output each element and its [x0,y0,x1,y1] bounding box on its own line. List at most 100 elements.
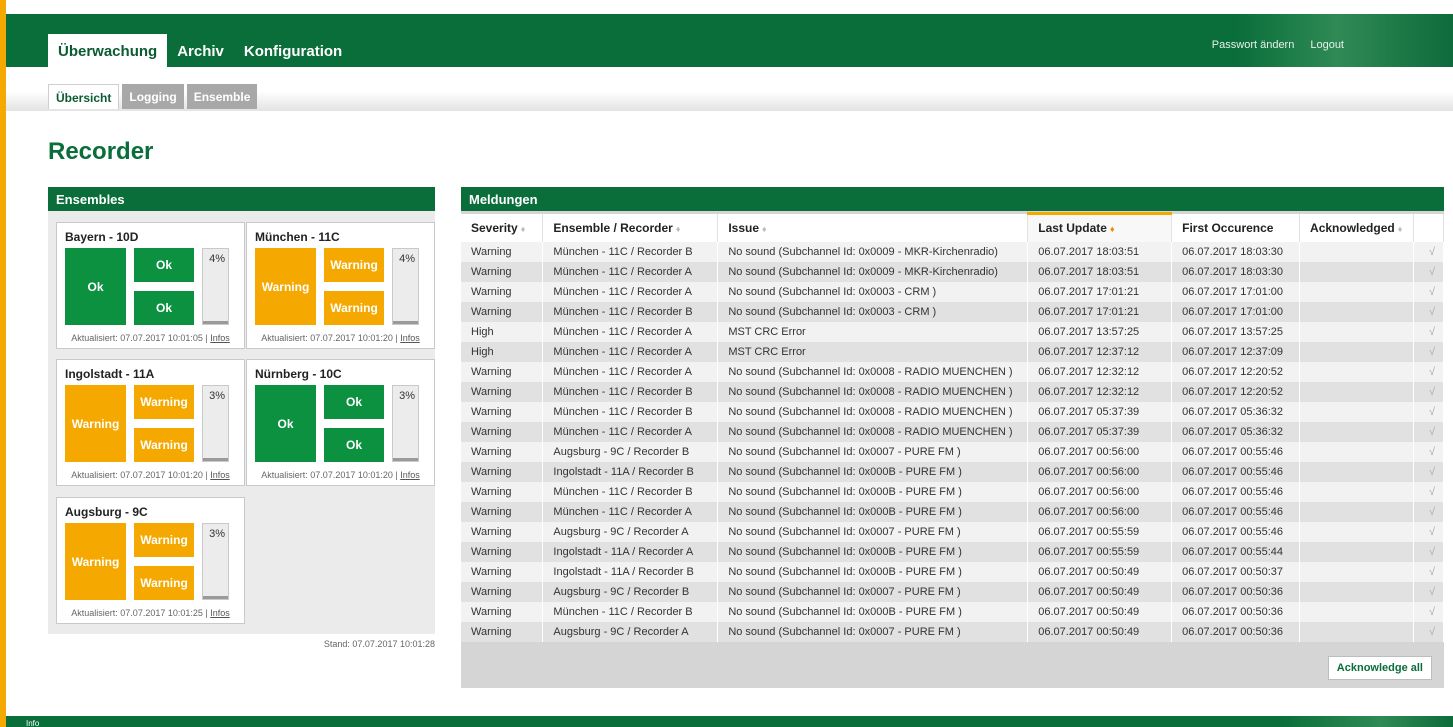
ensemble-status-box[interactable]: Ok [65,248,126,325]
acknowledge-check-icon[interactable]: √ [1413,441,1445,462]
table-row[interactable]: Warning Ingolstadt - 11A / Recorder A No s… [461,541,1445,562]
infos-link[interactable]: Infos [210,333,230,343]
acknowledge-check-icon[interactable]: √ [1413,341,1445,362]
table-row[interactable]: Warning München - 11C / Recorder B No soun… [461,241,1445,262]
ensemble-recorder-cell: München - 11C / Recorder B [542,481,719,502]
usage-percent: 3% [209,390,225,402]
ensemble-status-box[interactable]: Ok [255,385,316,462]
infos-link[interactable]: Infos [400,470,420,480]
recorder-b-status-box[interactable]: Ok [134,291,194,325]
severity-cell: Warning [461,381,544,402]
table-row[interactable]: Warning Augsburg - 9C / Recorder A No soun… [461,621,1445,642]
table-row[interactable]: Warning München - 11C / Recorder A No soun… [461,261,1445,282]
acknowledge-check-icon[interactable]: √ [1413,321,1445,342]
recorder-b-status-box[interactable]: Warning [134,566,194,600]
infos-link[interactable]: Infos [400,333,420,343]
ensemble-card[interactable]: Nürnberg - 10C Ok Ok Ok 3% Aktualisiert: 07.0… [246,359,435,486]
acknowledge-check-icon[interactable]: √ [1413,361,1445,382]
table-row[interactable]: Warning München - 11C / Recorder A No soun… [461,281,1445,302]
column-header[interactable]: Issue ♦ [717,213,1029,242]
table-row[interactable]: Warning München - 11C / Recorder B No soun… [461,481,1445,502]
ensemble-status-box[interactable]: Warning [255,248,316,325]
recorder-a-status-box[interactable]: Warning [134,523,194,557]
acknowledge-check-icon[interactable]: √ [1413,301,1445,322]
acknowledge-check-icon[interactable]: √ [1413,261,1445,282]
recorder-b-status-box[interactable]: Warning [324,291,384,325]
change-password-link[interactable]: Passwort ändern [1212,39,1295,51]
acknowledge-check-icon[interactable]: √ [1413,601,1445,622]
sort-icon[interactable]: ♦ [1110,224,1115,234]
recorder-b-status-box[interactable]: Ok [324,428,384,462]
subtab-uebersicht[interactable]: Übersicht [48,84,120,109]
tab-archiv[interactable]: Archiv [167,34,234,67]
updated-prefix: Aktualisiert: [71,470,118,480]
table-row[interactable]: Warning München - 11C / Recorder B No soun… [461,601,1445,622]
severity-cell: Warning [461,501,544,522]
table-row[interactable]: High München - 11C / Recorder A MST CRC Er… [461,341,1445,362]
acknowledge-check-icon[interactable]: √ [1413,561,1445,582]
acknowledge-check-icon[interactable]: √ [1413,421,1445,442]
column-header[interactable]: Last Update ♦ [1027,212,1173,242]
recorder-a-status-box[interactable]: Ok [324,385,384,419]
subtab-logging[interactable]: Logging [122,84,184,109]
table-row[interactable]: Warning Augsburg - 9C / Recorder A No soun… [461,521,1445,542]
table-row[interactable]: Warning Augsburg - 9C / Recorder B No soun… [461,441,1445,462]
ensemble-updated: Aktualisiert: 07.07.2017 10:01:05 | Info… [71,333,230,343]
table-row[interactable]: Warning München - 11C / Recorder B No soun… [461,381,1445,402]
acknowledge-check-icon[interactable]: √ [1413,281,1445,302]
column-header[interactable]: Ensemble / Recorder ♦ [542,213,719,242]
last-update-cell: 06.07.2017 00:55:59 [1027,521,1173,542]
acknowledge-all-button[interactable]: Acknowledge all [1327,656,1432,680]
subtab-ensemble[interactable]: Ensemble [186,84,258,109]
tab-konfiguration[interactable]: Konfiguration [234,34,352,67]
table-row[interactable]: Warning München - 11C / Recorder A No soun… [461,421,1445,442]
acknowledge-check-icon[interactable]: √ [1413,401,1445,422]
column-header[interactable]: Severity ♦ [461,213,544,242]
acknowledge-check-icon[interactable]: √ [1413,501,1445,522]
table-row[interactable]: High München - 11C / Recorder A MST CRC Er… [461,321,1445,342]
ensemble-status-box[interactable]: Warning [65,385,126,462]
footer-info[interactable]: Info [26,719,39,727]
ensemble-recorder-cell: München - 11C / Recorder A [542,341,719,362]
column-header[interactable]: Acknowledged ♦ [1299,213,1414,242]
ensemble-card[interactable]: München - 11C Warning Warning Warning 4% Aktu… [246,222,435,349]
acknowledge-check-icon[interactable]: √ [1413,381,1445,402]
column-header[interactable]: First Occurence [1171,213,1301,242]
acknowledge-check-icon[interactable]: √ [1413,541,1445,562]
acknowledge-check-icon[interactable]: √ [1413,621,1445,642]
acknowledge-check-icon[interactable]: √ [1413,481,1445,502]
table-row[interactable]: Warning München - 11C / Recorder A No soun… [461,361,1445,382]
ensemble-status-box[interactable]: Warning [65,523,126,600]
recorder-a-status-box[interactable]: Ok [134,248,194,282]
ensemble-card[interactable]: Ingolstadt - 11A Warning Warning Warning 3% A… [56,359,245,486]
sort-icon[interactable]: ♦ [521,224,526,234]
infos-link[interactable]: Infos [210,608,230,618]
table-row[interactable]: Warning München - 11C / Recorder B No soun… [461,401,1445,422]
table-row[interactable]: Warning Ingolstadt - 11A / Recorder B No s… [461,561,1445,582]
recorder-a-status-box[interactable]: Warning [324,248,384,282]
acknowledged-cell [1299,381,1414,402]
table-row[interactable]: Warning München - 11C / Recorder B No soun… [461,301,1445,322]
ensemble-card[interactable]: Bayern - 10D Ok Ok Ok 4% Aktualisiert: 07.07.… [56,222,245,349]
ensemble-recorder-cell: München - 11C / Recorder B [542,241,719,262]
recorder-b-status-box[interactable]: Warning [134,428,194,462]
table-row[interactable]: Warning Augsburg - 9C / Recorder B No soun… [461,581,1445,602]
sort-icon[interactable]: ♦ [1398,224,1403,234]
usage-percent: 3% [209,528,225,540]
acknowledge-check-icon[interactable]: √ [1413,521,1445,542]
recorder-a-status-box[interactable]: Warning [134,385,194,419]
logout-link[interactable]: Logout [1310,39,1344,51]
table-row[interactable]: Warning München - 11C / Recorder A No soun… [461,501,1445,522]
sort-icon[interactable]: ♦ [762,224,767,234]
first-occurence-cell: 06.07.2017 17:01:00 [1171,301,1301,322]
ensemble-card[interactable]: Augsburg - 9C Warning Warning Warning 3% Aktu… [56,497,245,624]
infos-link[interactable]: Infos [210,470,230,480]
table-row[interactable]: Warning Ingolstadt - 11A / Recorder B No s… [461,461,1445,482]
tab-ueberwachung[interactable]: Überwachung [48,34,168,67]
sort-icon[interactable]: ♦ [676,224,681,234]
acknowledge-check-icon[interactable]: √ [1413,581,1445,602]
usage-percent: 4% [209,253,225,265]
acknowledge-check-icon[interactable]: √ [1413,461,1445,482]
acknowledge-check-icon[interactable]: √ [1413,241,1445,262]
first-occurence-cell: 06.07.2017 00:50:36 [1171,601,1301,622]
